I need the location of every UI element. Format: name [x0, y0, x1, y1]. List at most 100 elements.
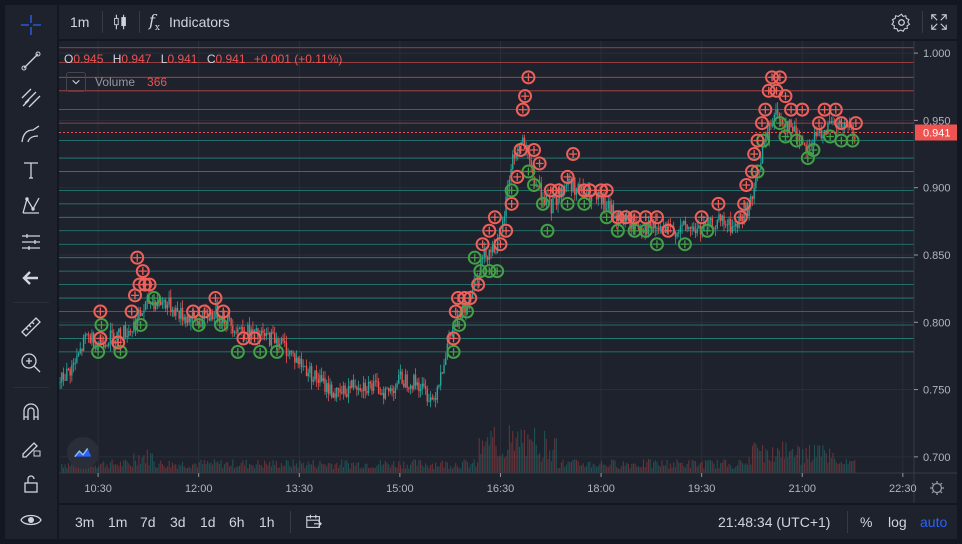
volume-bar [249, 464, 251, 473]
price-chart[interactable]: 1.0000.9500.9000.8500.8000.7500.7000.941… [59, 41, 957, 503]
candle-body-up [676, 233, 678, 237]
range-1d-button[interactable]: 1d [200, 505, 216, 539]
volume-bar [441, 460, 443, 473]
volume-bar [369, 467, 371, 473]
volume-bar [674, 466, 676, 473]
volume-bar [792, 448, 794, 473]
percent-scale-button[interactable]: % [860, 505, 872, 539]
volume-bar [113, 464, 115, 473]
volume-bar [243, 465, 246, 473]
toolbar-divider [102, 11, 103, 33]
interval-button[interactable]: 1m [70, 5, 89, 39]
settings-button[interactable] [891, 5, 913, 39]
candle-body-up [71, 364, 73, 376]
crosshair-tool[interactable] [5, 7, 57, 43]
log-scale-button[interactable]: log [888, 505, 907, 539]
candle-body-up [394, 387, 397, 394]
candle-body-down [170, 297, 172, 313]
candle-body-down [178, 311, 180, 319]
zoom-in-icon [21, 353, 41, 373]
volume-bar [555, 438, 557, 473]
indicators-button[interactable]: fx Indicators [149, 5, 230, 39]
volume-bar [812, 459, 814, 473]
pattern-tool[interactable] [5, 188, 57, 224]
volume-bar [723, 459, 725, 473]
volume-bar [264, 460, 266, 473]
candle-body-up [265, 332, 268, 337]
volume-label: Volume [95, 75, 136, 89]
lock-all-tool[interactable] [5, 466, 57, 502]
volume-bar [810, 462, 812, 473]
volume-bar [366, 463, 368, 473]
volume-bar [772, 447, 774, 473]
volume-bar [668, 468, 670, 473]
candle-body-down [232, 325, 234, 333]
candle-body-up [329, 384, 331, 394]
candle-body-down [106, 345, 108, 347]
prediction-tool[interactable] [5, 224, 57, 260]
volume-bar [560, 462, 562, 473]
volume-bar [440, 462, 442, 473]
tradingview-logo-button[interactable] [67, 437, 99, 469]
range-1m-button[interactable]: 1m [108, 505, 127, 539]
volume-bar [803, 463, 806, 473]
volume-bar [679, 462, 681, 473]
volume-bar [69, 466, 71, 473]
candle-body-up [287, 354, 289, 356]
open-label: O [64, 52, 74, 66]
volume-bar [579, 465, 581, 473]
volume-bar [575, 459, 578, 473]
candle-body-down [604, 195, 606, 210]
candle-body-up [610, 204, 613, 213]
auto-scale-button[interactable]: auto [920, 505, 947, 539]
candle-body-up [374, 380, 376, 382]
range-7d-button[interactable]: 7d [140, 505, 156, 539]
chart-pane[interactable]: 1.000 0.950 0.900 0.850 0.800 0.750 0.700 0.941… [59, 41, 957, 503]
hide-drawings-tool[interactable] [5, 502, 57, 538]
back-button[interactable] [5, 260, 57, 296]
candle-body-up [731, 226, 734, 233]
volume-bar [612, 459, 614, 473]
brush-tool[interactable] [5, 116, 57, 152]
volume-bar [62, 467, 65, 473]
zoom-tool[interactable] [5, 345, 57, 381]
volume-bar [104, 467, 106, 473]
text-tool[interactable] [5, 152, 57, 188]
lock-drawing-tool[interactable] [5, 430, 57, 466]
volume-bar [420, 460, 422, 473]
volume-bar [708, 459, 710, 473]
volume-bar [171, 462, 173, 473]
fullscreen-button[interactable] [930, 5, 950, 39]
range-6h-button[interactable]: 6h [229, 505, 245, 539]
candle-body-down [64, 379, 66, 381]
range-3m-button[interactable]: 3m [75, 505, 94, 539]
volume-bar [594, 464, 596, 473]
candle-body-up [813, 132, 816, 145]
volume-bar [602, 464, 604, 473]
toolbar-divider [847, 511, 848, 533]
fib-tool[interactable] [5, 80, 57, 116]
range-1h-button[interactable]: 1h [259, 505, 275, 539]
volume-bar [438, 466, 440, 473]
volume-bar [534, 427, 536, 473]
candle-body-down [238, 328, 241, 330]
chart-type-button[interactable] [111, 5, 131, 39]
collapse-legend-button[interactable] [66, 72, 86, 92]
volume-bar [270, 466, 272, 473]
volume-bar [728, 463, 730, 473]
goto-date-button[interactable] [305, 505, 325, 539]
candles-icon [114, 14, 126, 30]
range-3d-button[interactable]: 3d [170, 505, 186, 539]
candle-body-up [255, 328, 257, 331]
trend-line-icon [21, 51, 41, 71]
trend-line-tool[interactable] [5, 43, 57, 79]
candle-body-down [139, 309, 142, 316]
volume-bar [530, 439, 532, 473]
ruler-tool[interactable] [5, 309, 57, 345]
candle-body-down [268, 332, 271, 346]
candle-body-down [285, 343, 288, 356]
magnet-tool[interactable] [5, 394, 57, 430]
volume-bar [151, 453, 153, 473]
candle-body-up [354, 386, 356, 388]
candle-body-up [413, 374, 415, 389]
